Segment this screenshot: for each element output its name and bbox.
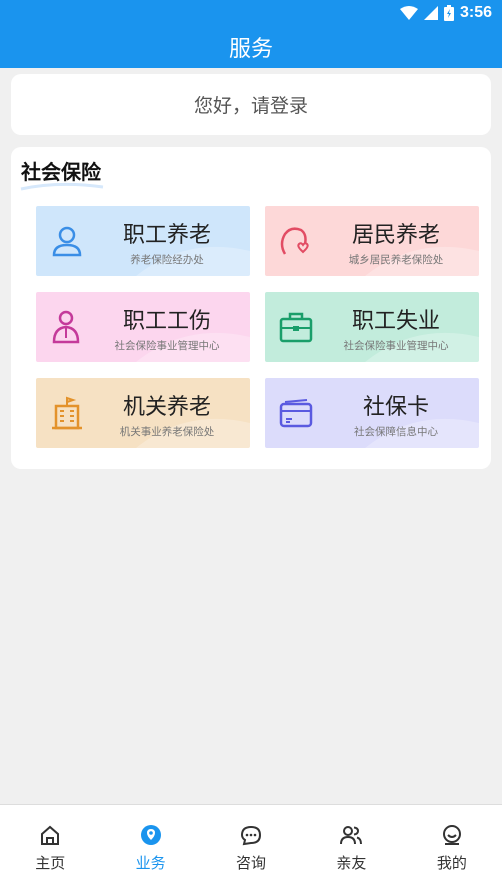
card-icon [279,399,313,428]
tab-business[interactable]: 业务 [100,805,200,892]
wifi-icon [399,6,418,20]
tile-subtitle: 养老保险经办处 [130,254,204,266]
person-icon [52,226,82,257]
tile-institution-pension[interactable]: 机关养老 机关事业养老保险处 [36,378,250,448]
worker-icon [52,310,80,344]
heart-face-icon [280,227,309,255]
tile-subtitle: 社会保险事业管理中心 [114,340,220,352]
status-bar: 3:56 [0,0,502,26]
tile-title: 职工养老 [122,223,211,248]
tile-title: 社保卡 [362,395,429,420]
building-icon [52,396,82,430]
tile-social-card[interactable]: 社保卡 社会保障信息中心 [265,378,479,448]
chat-icon [241,825,262,846]
profile-icon [442,825,461,845]
tab-consult[interactable]: 咨询 [201,805,301,892]
status-time: 3:56 [459,4,492,21]
tile-employee-pension[interactable]: 职工养老 养老保险经办处 [36,206,250,276]
title-underline [20,182,104,191]
page-title: 服务 [228,37,273,62]
page-header: 服务 [0,26,502,68]
home-icon [41,825,60,845]
login-text: 您好，请登录 [193,95,308,117]
tile-title: 居民养老 [351,223,440,248]
tile-title: 职工失业 [351,309,440,334]
tab-label: 主页 [35,854,66,872]
social-insurance-section: 社会保险 职工养老 养老保险经办处 居民养老 城乡居民养老保险处 职工工伤 社会… [11,147,491,469]
tab-label: 亲友 [336,854,367,872]
tile-unemployment[interactable]: 职工失业 社会保险事业管理中心 [265,292,479,362]
tile-work-injury[interactable]: 职工工伤 社会保险事业管理中心 [36,292,250,362]
tile-title: 机关养老 [122,395,211,420]
battery-icon [443,5,454,21]
tab-label: 咨询 [236,854,267,872]
tile-title: 职工工伤 [122,309,211,334]
tab-mine[interactable]: 我的 [402,805,502,892]
status-icons: 3:56 [399,3,492,23]
people-icon [340,826,363,845]
location-icon [140,825,161,845]
tile-subtitle: 机关事业养老保险处 [119,426,215,438]
tile-subtitle: 社会保障信息中心 [354,426,438,438]
briefcase-icon [279,312,313,343]
tile-subtitle: 城乡居民养老保险处 [348,254,444,266]
tab-label: 我的 [436,854,467,872]
tab-label: 业务 [135,854,166,872]
signal-icon [423,6,438,20]
login-prompt[interactable]: 您好，请登录 [11,74,491,135]
tile-subtitle: 社会保险事业管理中心 [343,340,449,352]
tab-relatives[interactable]: 亲友 [301,805,401,892]
tile-resident-pension[interactable]: 居民养老 城乡居民养老保险处 [265,206,479,276]
bottom-tab-bar: 主页 业务 咨询 亲友 我的 [0,804,502,892]
tab-home[interactable]: 主页 [0,805,100,892]
